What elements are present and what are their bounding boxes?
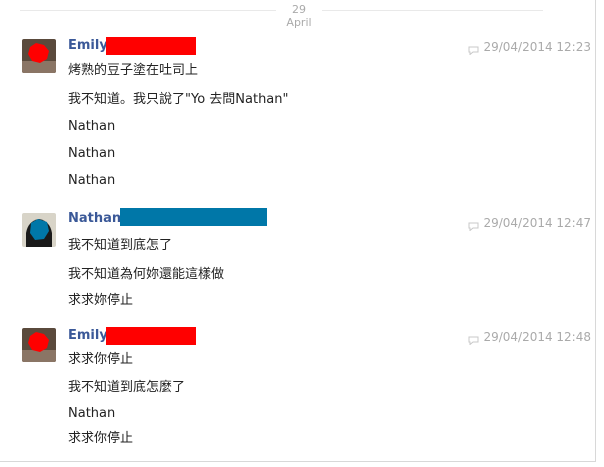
avatar-emily[interactable] xyxy=(22,328,56,362)
avatar-emily[interactable] xyxy=(22,39,56,73)
message-text: Nathan xyxy=(68,146,116,161)
avatar-nathan[interactable] xyxy=(22,213,56,247)
message-text: 我不知道到底怎麼了 xyxy=(68,380,186,395)
redaction-bar xyxy=(106,37,196,55)
redaction-bar xyxy=(106,327,196,345)
message-text: 我不知道到底怎了 xyxy=(68,238,173,253)
sender-name[interactable]: Emily xyxy=(68,37,108,55)
sender-name[interactable]: Emily xyxy=(68,327,108,345)
message-timestamp: 29/04/2014 12:23 xyxy=(468,39,591,56)
message-text: Nathan xyxy=(68,406,116,421)
timestamp-text: 29/04/2014 12:23 xyxy=(483,40,591,54)
speech-bubble-icon xyxy=(468,43,479,56)
timestamp-text: 29/04/2014 12:47 xyxy=(483,216,591,230)
timestamp-text: 29/04/2014 12:48 xyxy=(483,330,591,344)
message-timestamp: 29/04/2014 12:48 xyxy=(468,329,591,346)
message-text: Nathan xyxy=(68,173,116,188)
date-label: 29 April xyxy=(276,3,322,29)
message-text: 烤熟的豆子塗在吐司上 xyxy=(68,63,199,78)
message-text: 我不知道。我只說了"Yo 去問Nathan" xyxy=(68,92,289,107)
message-text: 求求你停止 xyxy=(68,431,134,446)
message-timestamp: 29/04/2014 12:47 xyxy=(468,215,591,232)
speech-bubble-icon xyxy=(468,333,479,346)
speech-bubble-icon xyxy=(468,219,479,232)
message-text: 求求妳停止 xyxy=(68,293,134,308)
message-text: Nathan xyxy=(68,119,116,134)
redaction-bar xyxy=(120,208,267,226)
message-text: 求求你停止 xyxy=(68,352,134,367)
message-text: 我不知道為何妳還能這樣做 xyxy=(68,267,225,282)
sender-name[interactable]: Nathan xyxy=(68,210,121,228)
